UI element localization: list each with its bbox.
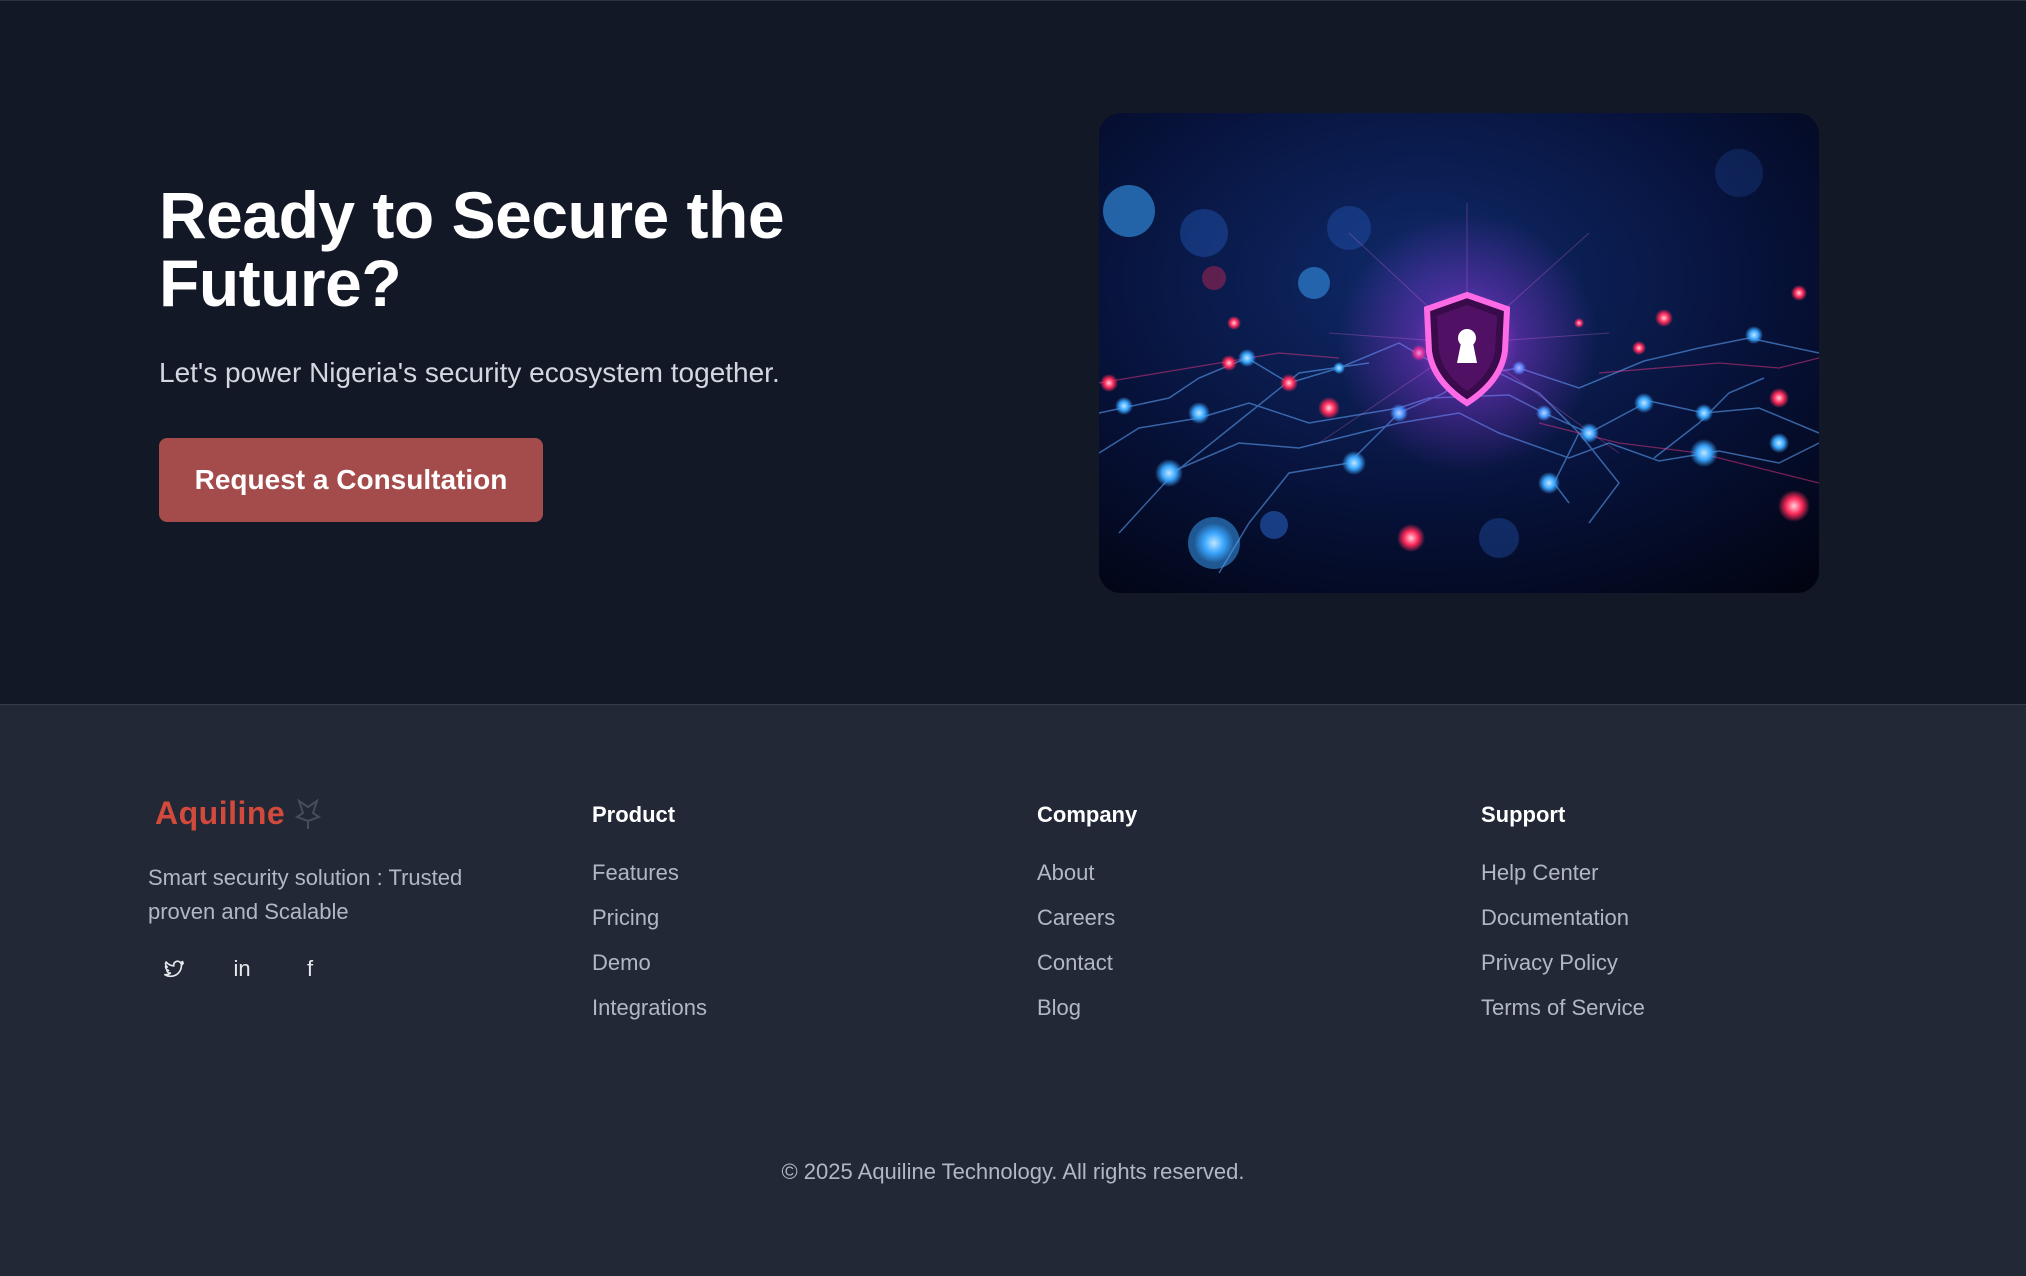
footer-link-help-center[interactable]: Help Center [1481,858,1645,888]
page: Ready to Secure the Future? Let's power … [0,0,2026,1276]
footer-link-demo[interactable]: Demo [592,948,707,978]
footer-column-product: Product Features Pricing Demo Integratio… [592,800,707,1038]
shield-lock-network-illustration [1099,113,1819,593]
column-title-product: Product [592,802,676,827]
cta-subtitle: Let's power Nigeria's security ecosystem… [159,357,780,388]
column-title-company: Company [1037,802,1138,827]
footer-link-careers[interactable]: Careers [1037,903,1137,933]
footer-column-company: Company About Careers Contact Blog [1037,800,1137,1038]
cta-title: Ready to Secure the Future? [159,178,785,320]
column-title-support: Support [1481,802,1566,827]
brand-logo[interactable]: Aquiline [155,795,323,832]
footer-link-contact[interactable]: Contact [1037,948,1137,978]
footer-link-about[interactable]: About [1037,858,1137,888]
footer-link-pricing[interactable]: Pricing [592,903,707,933]
footer-link-integrations[interactable]: Integrations [592,993,707,1023]
footer-link-blog[interactable]: Blog [1037,993,1137,1023]
footer: Aquiline Smart security solution : Trust… [0,704,2026,1276]
linkedin-icon[interactable]: in [228,955,256,983]
request-consultation-button[interactable]: Request a Consultation [159,438,543,522]
footer-link-privacy-policy[interactable]: Privacy Policy [1481,948,1645,978]
twitter-icon[interactable] [160,955,188,983]
footer-link-terms-of-service[interactable]: Terms of Service [1481,993,1645,1023]
footer-link-features[interactable]: Features [592,858,707,888]
bird-logo-icon [295,798,322,829]
footer-link-documentation[interactable]: Documentation [1481,903,1645,933]
copyright-text: © 2025 Aquiline Technology. All rights r… [781,1159,1245,1184]
shield-network-image [1099,113,1819,593]
brand-tagline: Smart security solution : Trusted proven… [148,865,463,924]
footer-column-support: Support Help Center Documentation Privac… [1481,800,1645,1038]
brand-name: Aquiline [155,795,286,831]
facebook-icon[interactable]: f [296,955,324,983]
cta-section: Ready to Secure the Future? Let's power … [0,0,2026,704]
social-links: in f [160,955,324,983]
